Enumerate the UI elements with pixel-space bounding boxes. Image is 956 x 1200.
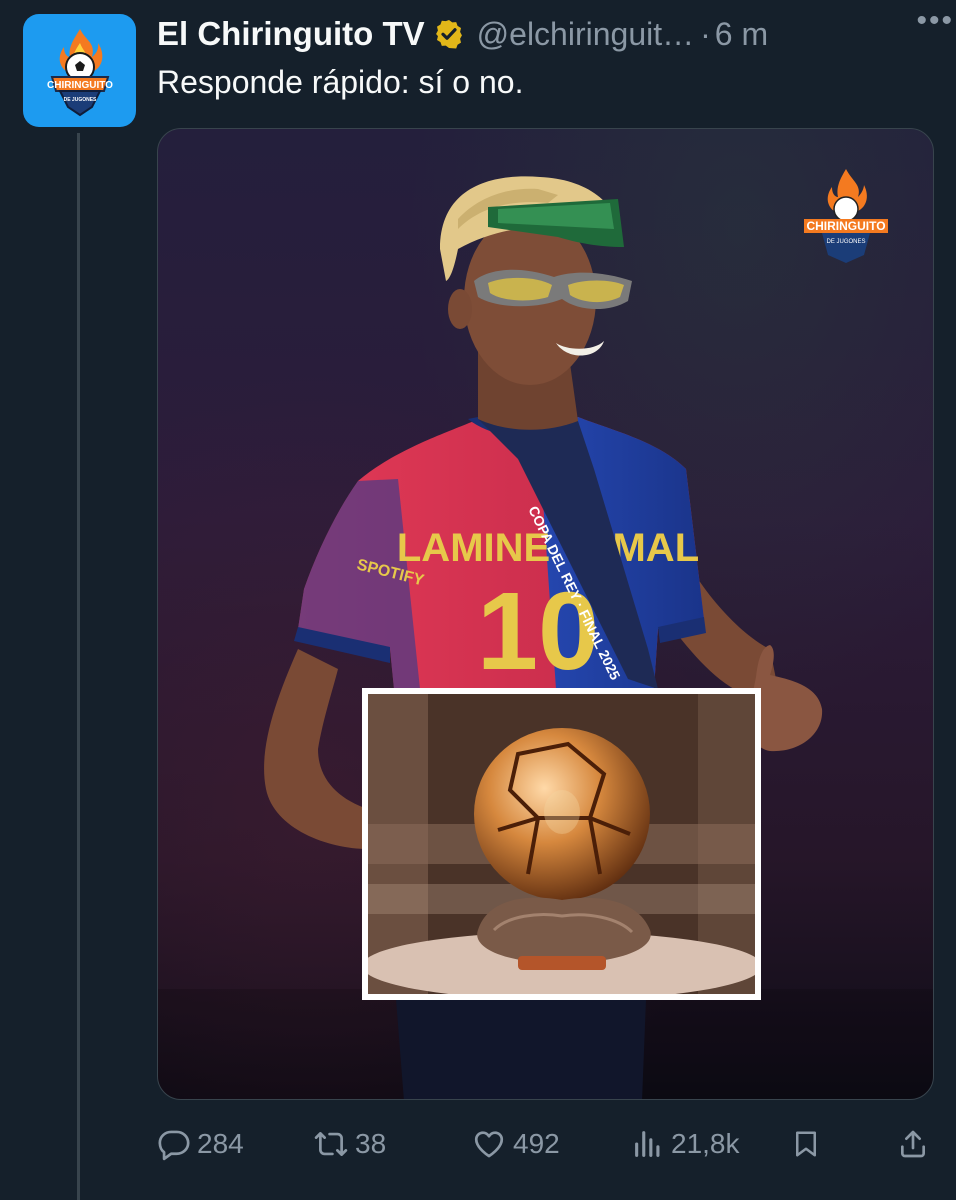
watermark-logo — [804, 169, 888, 263]
tweet-media-image[interactable]: CHIRINGUITO DE JUGONES LAMINE YAMAL 10 S… — [157, 128, 934, 1100]
svg-text:CHIRINGUITO: CHIRINGUITO — [47, 80, 113, 91]
repost-button[interactable]: 38 — [313, 1118, 386, 1170]
analytics-icon — [635, 1131, 660, 1157]
watermark-sub: DE JUGONES — [826, 239, 865, 245]
share-button[interactable] — [897, 1118, 929, 1170]
repost-count: 38 — [355, 1128, 387, 1159]
reply-icon — [158, 1130, 190, 1161]
like-count: 492 — [513, 1128, 560, 1159]
tweet-actions: 284 38 492 21,8k — [157, 1118, 934, 1170]
tweet-header: El Chiringuito TV @elchiringuit… · 6 m — [157, 12, 936, 56]
share-icon — [901, 1130, 925, 1158]
tweet-text: Responde rápido: sí o no. — [157, 64, 524, 100]
avatar[interactable]: CHIRINGUITO DE JUGONES — [23, 14, 136, 127]
views-count: 21,8k — [671, 1128, 740, 1159]
thread-line — [77, 133, 80, 1200]
golden-ball-trophy — [368, 694, 755, 994]
repost-icon — [314, 1132, 348, 1156]
separator-dot: · — [700, 15, 711, 52]
display-name[interactable]: El Chiringuito TV — [157, 15, 425, 53]
bookmark-icon — [796, 1131, 816, 1157]
verified-badge-icon[interactable] — [433, 18, 465, 50]
views-button[interactable]: 21,8k — [631, 1118, 740, 1170]
like-button[interactable]: 492 — [471, 1118, 560, 1170]
ballon-dor-inset — [362, 688, 761, 1000]
svg-text:DE JUGONES: DE JUGONES — [63, 97, 96, 103]
bookmark-button[interactable] — [791, 1118, 821, 1170]
reply-count: 284 — [197, 1128, 244, 1159]
user-handle[interactable]: @elchiringuit… — [477, 16, 694, 53]
tweet[interactable]: CHIRINGUITO DE JUGONES El Chiringuito TV… — [0, 0, 956, 1200]
watermark-brand: CHIRINGUITO — [806, 219, 885, 233]
reply-button[interactable]: 284 — [157, 1118, 244, 1170]
timestamp[interactable]: 6 m — [715, 16, 768, 53]
heart-icon — [474, 1131, 504, 1158]
more-options-icon[interactable]: ••• — [916, 4, 954, 38]
chiringuito-logo-icon: CHIRINGUITO DE JUGONES — [47, 28, 113, 116]
